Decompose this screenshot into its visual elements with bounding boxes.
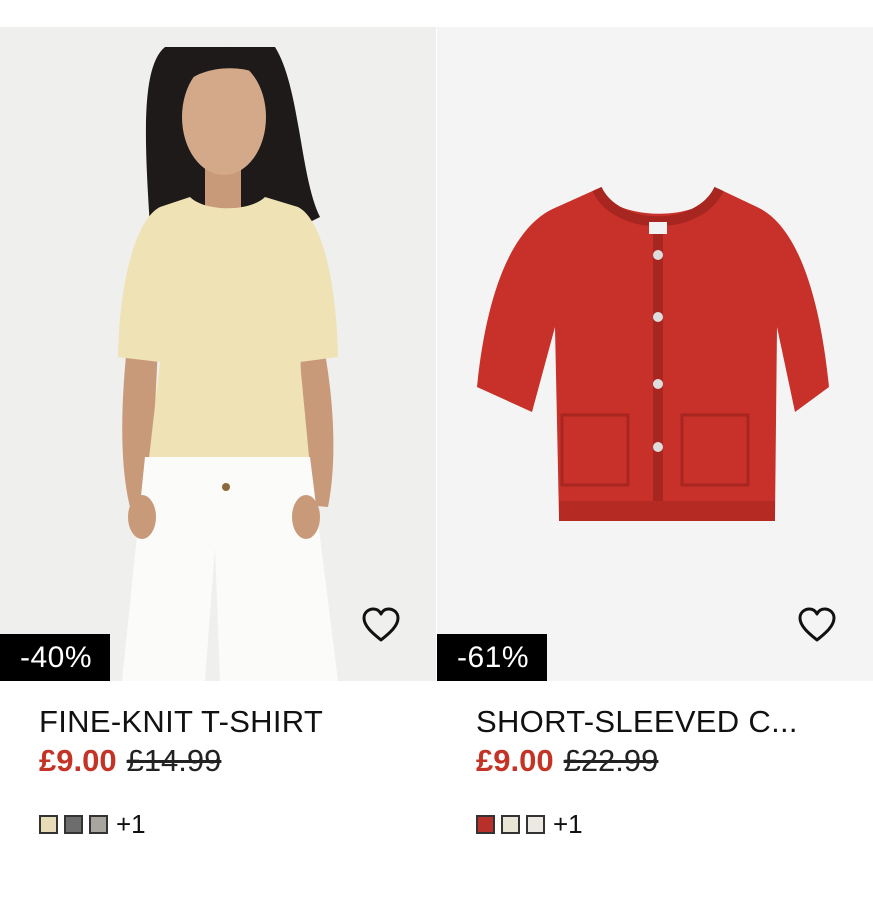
product-image[interactable] [0,27,436,681]
more-colours-count[interactable]: +1 [553,809,583,840]
product-card-fine-knit-tshirt[interactable]: -40% FINE-KNIT T-SHIRT £9.00 £14.99 +1 [0,27,436,900]
product-name[interactable]: SHORT-SLEEVED C... [476,704,798,740]
product-grid: -40% FINE-KNIT T-SHIRT £9.00 £14.99 +1 -… [0,27,873,900]
colour-swatch[interactable] [476,815,495,834]
colour-swatches: +1 [39,809,146,840]
price-row: £9.00 £22.99 [476,743,658,779]
colour-swatches: +1 [476,809,583,840]
discount-badge: -40% [0,634,111,681]
original-price: £22.99 [563,743,659,778]
price-row: £9.00 £14.99 [39,743,221,779]
sale-price: £9.00 [39,743,117,778]
favourite-heart-icon[interactable] [797,607,837,643]
sale-price: £9.00 [476,743,554,778]
product-image[interactable] [437,27,873,681]
colour-swatch[interactable] [526,815,545,834]
discount-badge: -61% [437,634,548,681]
colour-swatch[interactable] [64,815,83,834]
colour-swatch[interactable] [89,815,108,834]
colour-swatch[interactable] [501,815,520,834]
original-price: £14.99 [126,743,222,778]
product-card-short-sleeved-cardigan[interactable]: -61% SHORT-SLEEVED C... £9.00 £22.99 +1 [437,27,873,900]
colour-swatch[interactable] [39,815,58,834]
more-colours-count[interactable]: +1 [116,809,146,840]
favourite-heart-icon[interactable] [361,607,401,643]
product-name[interactable]: FINE-KNIT T-SHIRT [39,704,323,740]
